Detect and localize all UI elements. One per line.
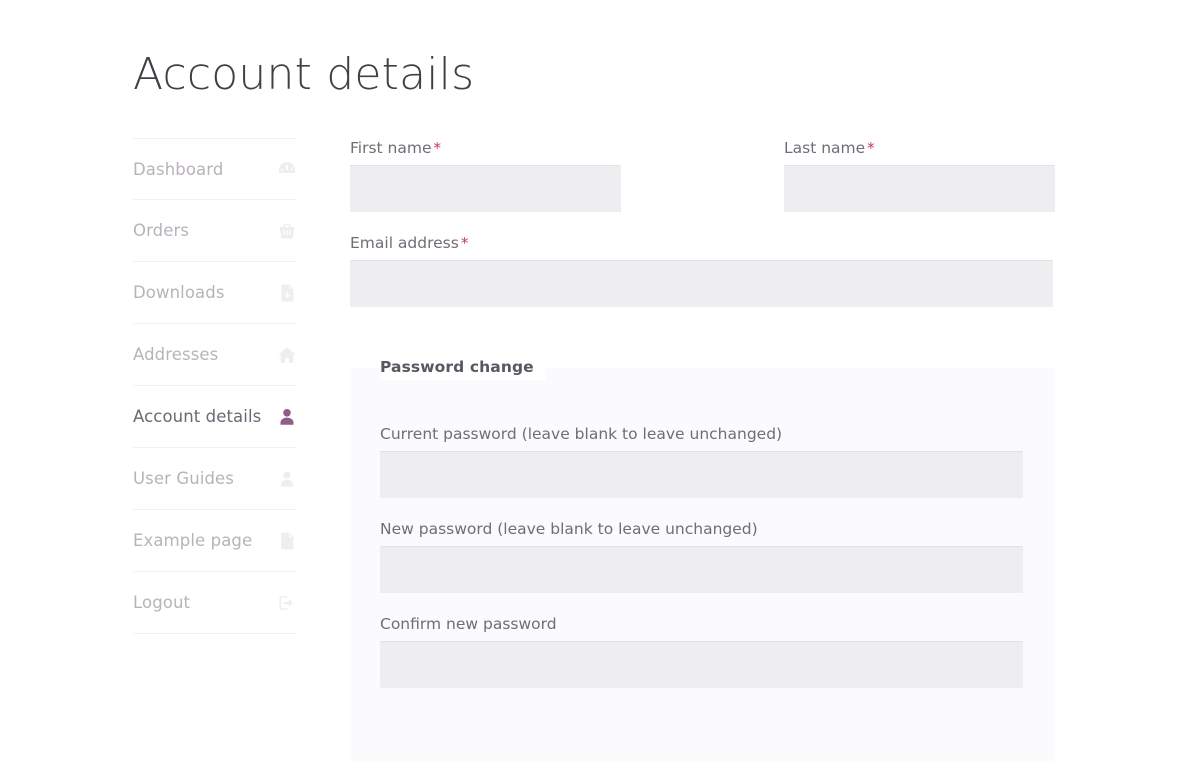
logout-arrow-icon (277, 593, 297, 613)
password-change-fields: Current password (leave blank to leave u… (380, 424, 1023, 709)
sidebar-item-label: Example page (133, 531, 252, 550)
confirm-password-input[interactable] (380, 641, 1023, 688)
required-marker: * (434, 139, 442, 157)
email-field-group: Email address* (350, 233, 1053, 307)
sidebar-item-downloads[interactable]: Downloads (133, 262, 297, 324)
first-name-label: First name* (350, 138, 621, 158)
sidebar-item-label: Account details (133, 407, 261, 426)
new-password-field-group: New password (leave blank to leave uncha… (380, 519, 1023, 593)
field-spacer (350, 212, 1055, 233)
home-icon (277, 345, 297, 365)
sidebar-item-addresses[interactable]: Addresses (133, 324, 297, 386)
first-name-input[interactable] (350, 165, 621, 212)
current-password-input[interactable] (380, 451, 1023, 498)
name-fields-row: First name* Last name* (350, 138, 1055, 212)
confirm-password-field-group: Confirm new password (380, 614, 1023, 688)
sidebar-item-label: User Guides (133, 469, 234, 488)
sidebar-item-label: Downloads (133, 283, 225, 302)
new-password-label: New password (leave blank to leave uncha… (380, 519, 1023, 539)
password-change-legend: Password change (380, 354, 546, 380)
email-label: Email address* (350, 233, 1053, 253)
last-name-field-group: Last name* (784, 138, 1055, 212)
first-name-field-group: First name* (350, 138, 621, 212)
file-download-icon (277, 283, 297, 303)
current-password-label: Current password (leave blank to leave u… (380, 424, 1023, 444)
sidebar-item-label: Orders (133, 221, 189, 240)
sidebar-item-account-details[interactable]: Account details (133, 386, 297, 448)
sidebar-item-label: Logout (133, 593, 190, 612)
last-name-label: Last name* (784, 138, 1055, 158)
page-title: Account details (133, 47, 474, 103)
sidebar-item-dashboard[interactable]: Dashboard (133, 138, 297, 200)
account-details-form: First name* Last name* Email address* (350, 138, 1055, 307)
sidebar-item-label: Addresses (133, 345, 218, 364)
user-person-icon (277, 407, 297, 427)
email-input[interactable] (350, 260, 1053, 307)
sidebar-item-user-guides[interactable]: User Guides (133, 448, 297, 510)
sidebar-item-logout[interactable]: Logout (133, 572, 297, 634)
new-password-input[interactable] (380, 546, 1023, 593)
required-marker: * (867, 139, 875, 157)
password-change-panel: Password change Current password (leave … (350, 368, 1055, 761)
document-page-icon (277, 531, 297, 551)
last-name-label-text: Last name (784, 139, 865, 157)
sidebar-item-label: Dashboard (133, 160, 223, 179)
last-name-input[interactable] (784, 165, 1055, 212)
current-password-field-group: Current password (leave blank to leave u… (380, 424, 1023, 498)
confirm-password-label: Confirm new password (380, 614, 1023, 634)
account-details-page: Account details Dashboard Orders Downloa… (0, 0, 1200, 761)
sidebar-item-orders[interactable]: Orders (133, 200, 297, 262)
user-outline-icon (277, 469, 297, 489)
shopping-basket-icon (277, 221, 297, 241)
dashboard-gauge-icon (277, 159, 297, 179)
account-sidebar-nav: Dashboard Orders Downloads Addresses Acc (133, 138, 297, 634)
required-marker: * (461, 234, 469, 252)
first-name-label-text: First name (350, 139, 432, 157)
sidebar-item-example-page[interactable]: Example page (133, 510, 297, 572)
email-label-text: Email address (350, 234, 459, 252)
